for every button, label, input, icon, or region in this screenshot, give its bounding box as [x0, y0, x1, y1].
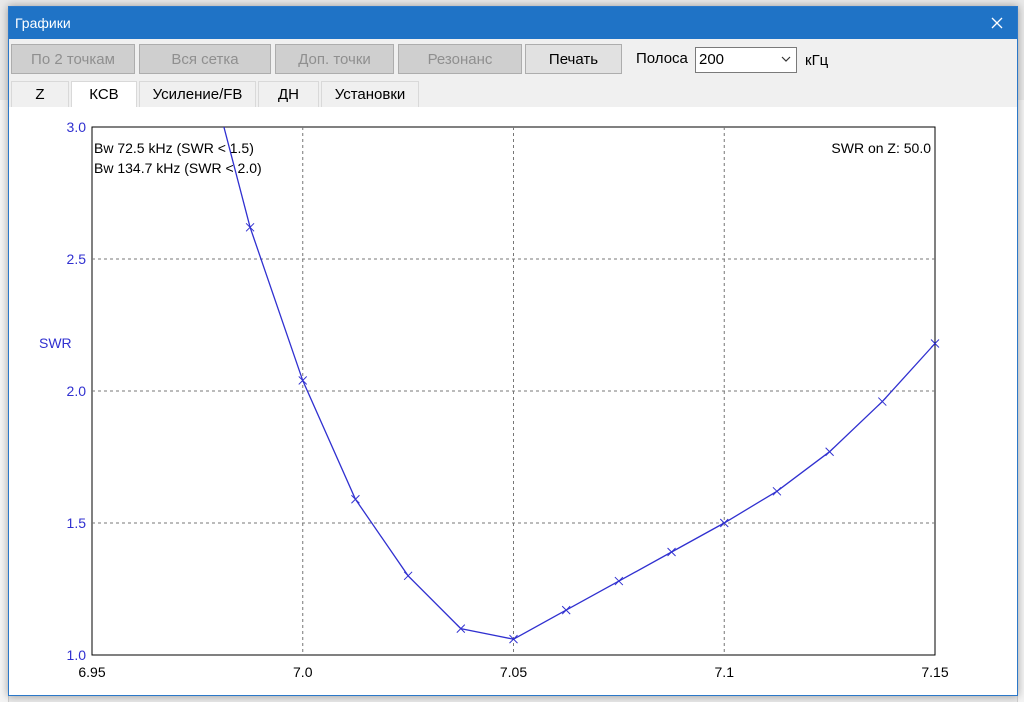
swr-line: [223, 126, 936, 640]
y-tick-label: 2.5: [67, 251, 87, 267]
toolbar: По 2 точкам Вся сетка Доп. точки Резонан…: [9, 44, 1017, 80]
y-axis-label: SWR: [39, 335, 72, 351]
x-tick-label: 6.95: [78, 664, 105, 680]
background-window-right: [1017, 100, 1024, 702]
tab-swr[interactable]: КСВ: [71, 81, 137, 107]
swr-chart-panel: 1.0 1.5 2.0 2.5 3.0 6.95 7.0 7.05 7.1 7.15 SWR B…: [9, 107, 1017, 695]
data-point-marker: [403, 571, 413, 581]
data-point-marker: [614, 576, 624, 586]
x-tick-label: 7.0: [293, 664, 313, 680]
data-point-marker: [877, 397, 887, 406]
y-tick-labels: 1.0 1.5 2.0 2.5 3.0: [67, 119, 87, 663]
grid-lines: [92, 127, 935, 655]
data-point-marker: [298, 376, 308, 385]
y-tick-label: 2.0: [67, 383, 87, 399]
band-select[interactable]: 200: [695, 47, 797, 73]
tab-settings[interactable]: Установки: [321, 81, 419, 107]
y-tick-label: 1.0: [67, 647, 87, 663]
resonance-button[interactable]: Резонанс: [398, 44, 522, 74]
y-tick-label: 3.0: [67, 119, 87, 135]
graphs-window: Графики По 2 точкам Вся сетка Доп. точки…: [8, 6, 1018, 696]
close-icon: [991, 17, 1003, 29]
x-tick-label: 7.1: [715, 664, 735, 680]
full-grid-button[interactable]: Вся сетка: [139, 44, 271, 74]
tab-bar: Z КСВ Усиление/FB ДН Установки: [9, 81, 1017, 107]
print-button[interactable]: Печать: [525, 44, 622, 74]
title-bar[interactable]: Графики: [9, 7, 1017, 39]
x-tick-label: 7.15: [921, 664, 948, 680]
data-point-marker: [825, 447, 834, 457]
data-point-marker: [245, 222, 255, 232]
data-point-marker: [561, 605, 571, 615]
window-title: Графики: [15, 15, 71, 31]
reference-impedance-note: SWR on Z: 50.0: [831, 140, 931, 156]
swr-series: [223, 126, 940, 644]
close-button[interactable]: [977, 7, 1017, 39]
tab-z[interactable]: Z: [11, 81, 69, 107]
band-value: 200: [699, 51, 725, 68]
band-unit-label: кГц: [805, 52, 829, 69]
two-points-button[interactable]: По 2 точкам: [11, 44, 135, 74]
x-tick-labels: 6.95 7.0 7.05 7.1 7.15: [78, 664, 948, 680]
data-point-marker: [351, 494, 360, 504]
data-point-marker: [772, 486, 782, 496]
tab-gain-fb[interactable]: Усиление/FB: [139, 81, 256, 107]
x-tick-label: 7.05: [500, 664, 527, 680]
y-tick-label: 1.5: [67, 515, 87, 531]
swr-chart: 1.01.52.02.53.0 6.95 7.0 7.05 7.1 7.15 SWR B…: [39, 119, 949, 680]
band-label: Полоса: [636, 50, 688, 67]
data-point-marker: [667, 547, 676, 557]
extra-points-button[interactable]: Доп. точки: [275, 44, 394, 74]
tab-pattern[interactable]: ДН: [258, 81, 319, 107]
chevron-down-icon: [781, 56, 791, 62]
